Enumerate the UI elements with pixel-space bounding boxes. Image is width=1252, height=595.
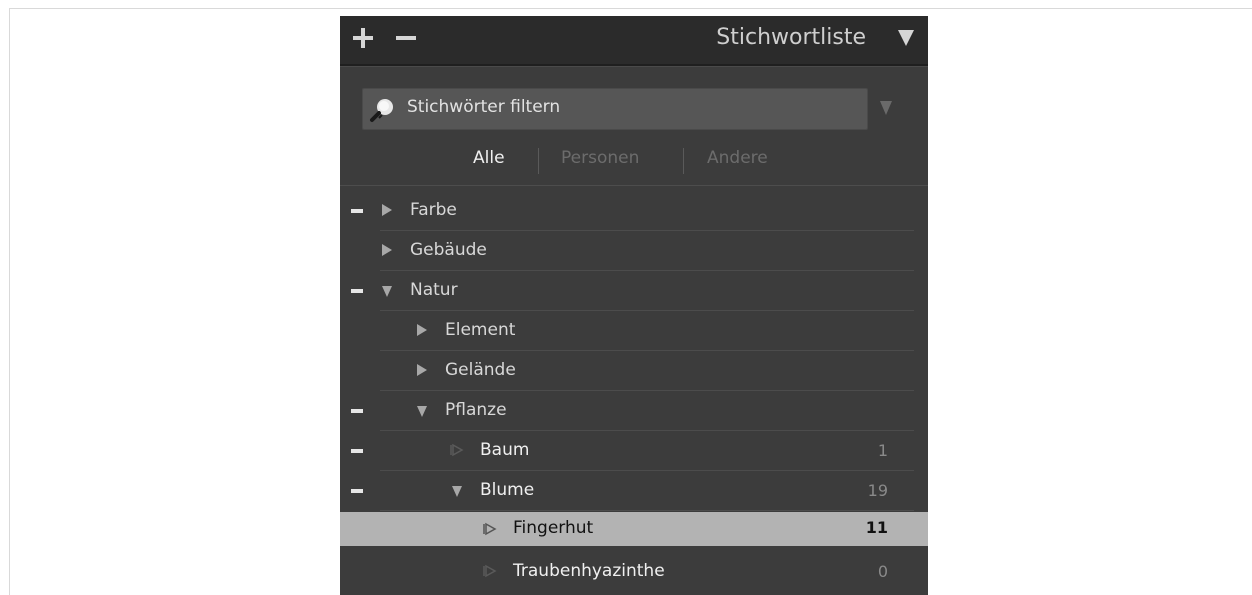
minus-icon[interactable] [351,289,363,293]
keyword-row-element[interactable]: Element [340,311,928,351]
search-icon [370,99,393,122]
keyword-count: 0 [877,562,888,581]
keyword-row-gebaeude[interactable]: Gebäude [340,231,928,271]
keyword-label[interactable]: Baum [480,440,529,460]
keyword-row-farbe[interactable]: Farbe [340,191,928,231]
keyword-count: 1 [877,441,888,460]
minus-icon[interactable] [351,489,363,493]
collapse-triangle-icon[interactable] [382,286,392,297]
keyword-count: 11 [865,518,888,537]
keyword-label[interactable]: Traubenhyazinthe [513,561,665,581]
apply-keyword-arrow-icon[interactable] [450,443,464,457]
keyword-row-natur[interactable]: Natur [340,271,928,311]
triangle-down-icon[interactable] [880,101,892,115]
keyword-row-fingerhut[interactable]: Fingerhut 11 [340,512,928,546]
panel-header: Stichwortliste [340,16,928,64]
keyword-row-pflanze[interactable]: Pflanze [340,391,928,431]
keyword-list-panel: Stichwortliste Stichwörter filtern Alle … [340,16,928,595]
expand-triangle-icon[interactable] [382,204,392,216]
apply-keyword-arrow-icon[interactable] [483,564,497,578]
row-divider [380,510,914,511]
keyword-label[interactable]: Fingerhut [513,518,593,538]
keyword-row-baum[interactable]: Baum 1 [340,431,928,471]
minus-icon[interactable] [351,209,363,213]
tab-other[interactable]: Andere [707,148,768,168]
tab-persons[interactable]: Personen [561,148,639,168]
collapse-triangle-icon[interactable] [417,406,427,417]
collapse-triangle-icon[interactable] [452,486,462,497]
tab-all[interactable]: Alle [473,148,505,168]
minus-icon[interactable] [351,409,363,413]
keyword-label[interactable]: Pflanze [445,400,507,420]
keyword-filter-input[interactable]: Stichwörter filtern [362,88,868,130]
panel-title[interactable]: Stichwortliste [716,25,866,50]
frame-left-border [9,8,10,595]
keyword-label[interactable]: Gebäude [410,240,487,260]
tab-separator [683,148,684,174]
keyword-label[interactable]: Natur [410,280,458,300]
keyword-row-traubenhyazinthe[interactable]: Traubenhyazinthe 0 [340,552,928,592]
keyword-type-tabs: Alle Personen Andere [340,144,928,174]
keyword-label[interactable]: Gelände [445,360,516,380]
list-divider [340,185,928,186]
minus-icon[interactable] [394,26,418,50]
body-edge [340,66,928,67]
keyword-label[interactable]: Element [445,320,515,340]
plus-icon[interactable] [351,26,375,50]
apply-keyword-arrow-icon[interactable] [483,522,497,536]
keyword-row-gelaende[interactable]: Gelände [340,351,928,391]
tab-separator [538,148,539,174]
keyword-row-blume[interactable]: Blume 19 [340,471,928,511]
keyword-count: 19 [867,481,888,500]
expand-triangle-icon[interactable] [417,324,427,336]
keyword-label[interactable]: Blume [480,480,534,500]
minus-icon[interactable] [351,449,363,453]
frame-top-border [9,8,1252,9]
triangle-down-icon[interactable] [898,30,914,46]
keyword-label[interactable]: Farbe [410,200,457,220]
filter-placeholder: Stichwörter filtern [407,97,561,117]
expand-triangle-icon[interactable] [417,364,427,376]
expand-triangle-icon[interactable] [382,244,392,256]
